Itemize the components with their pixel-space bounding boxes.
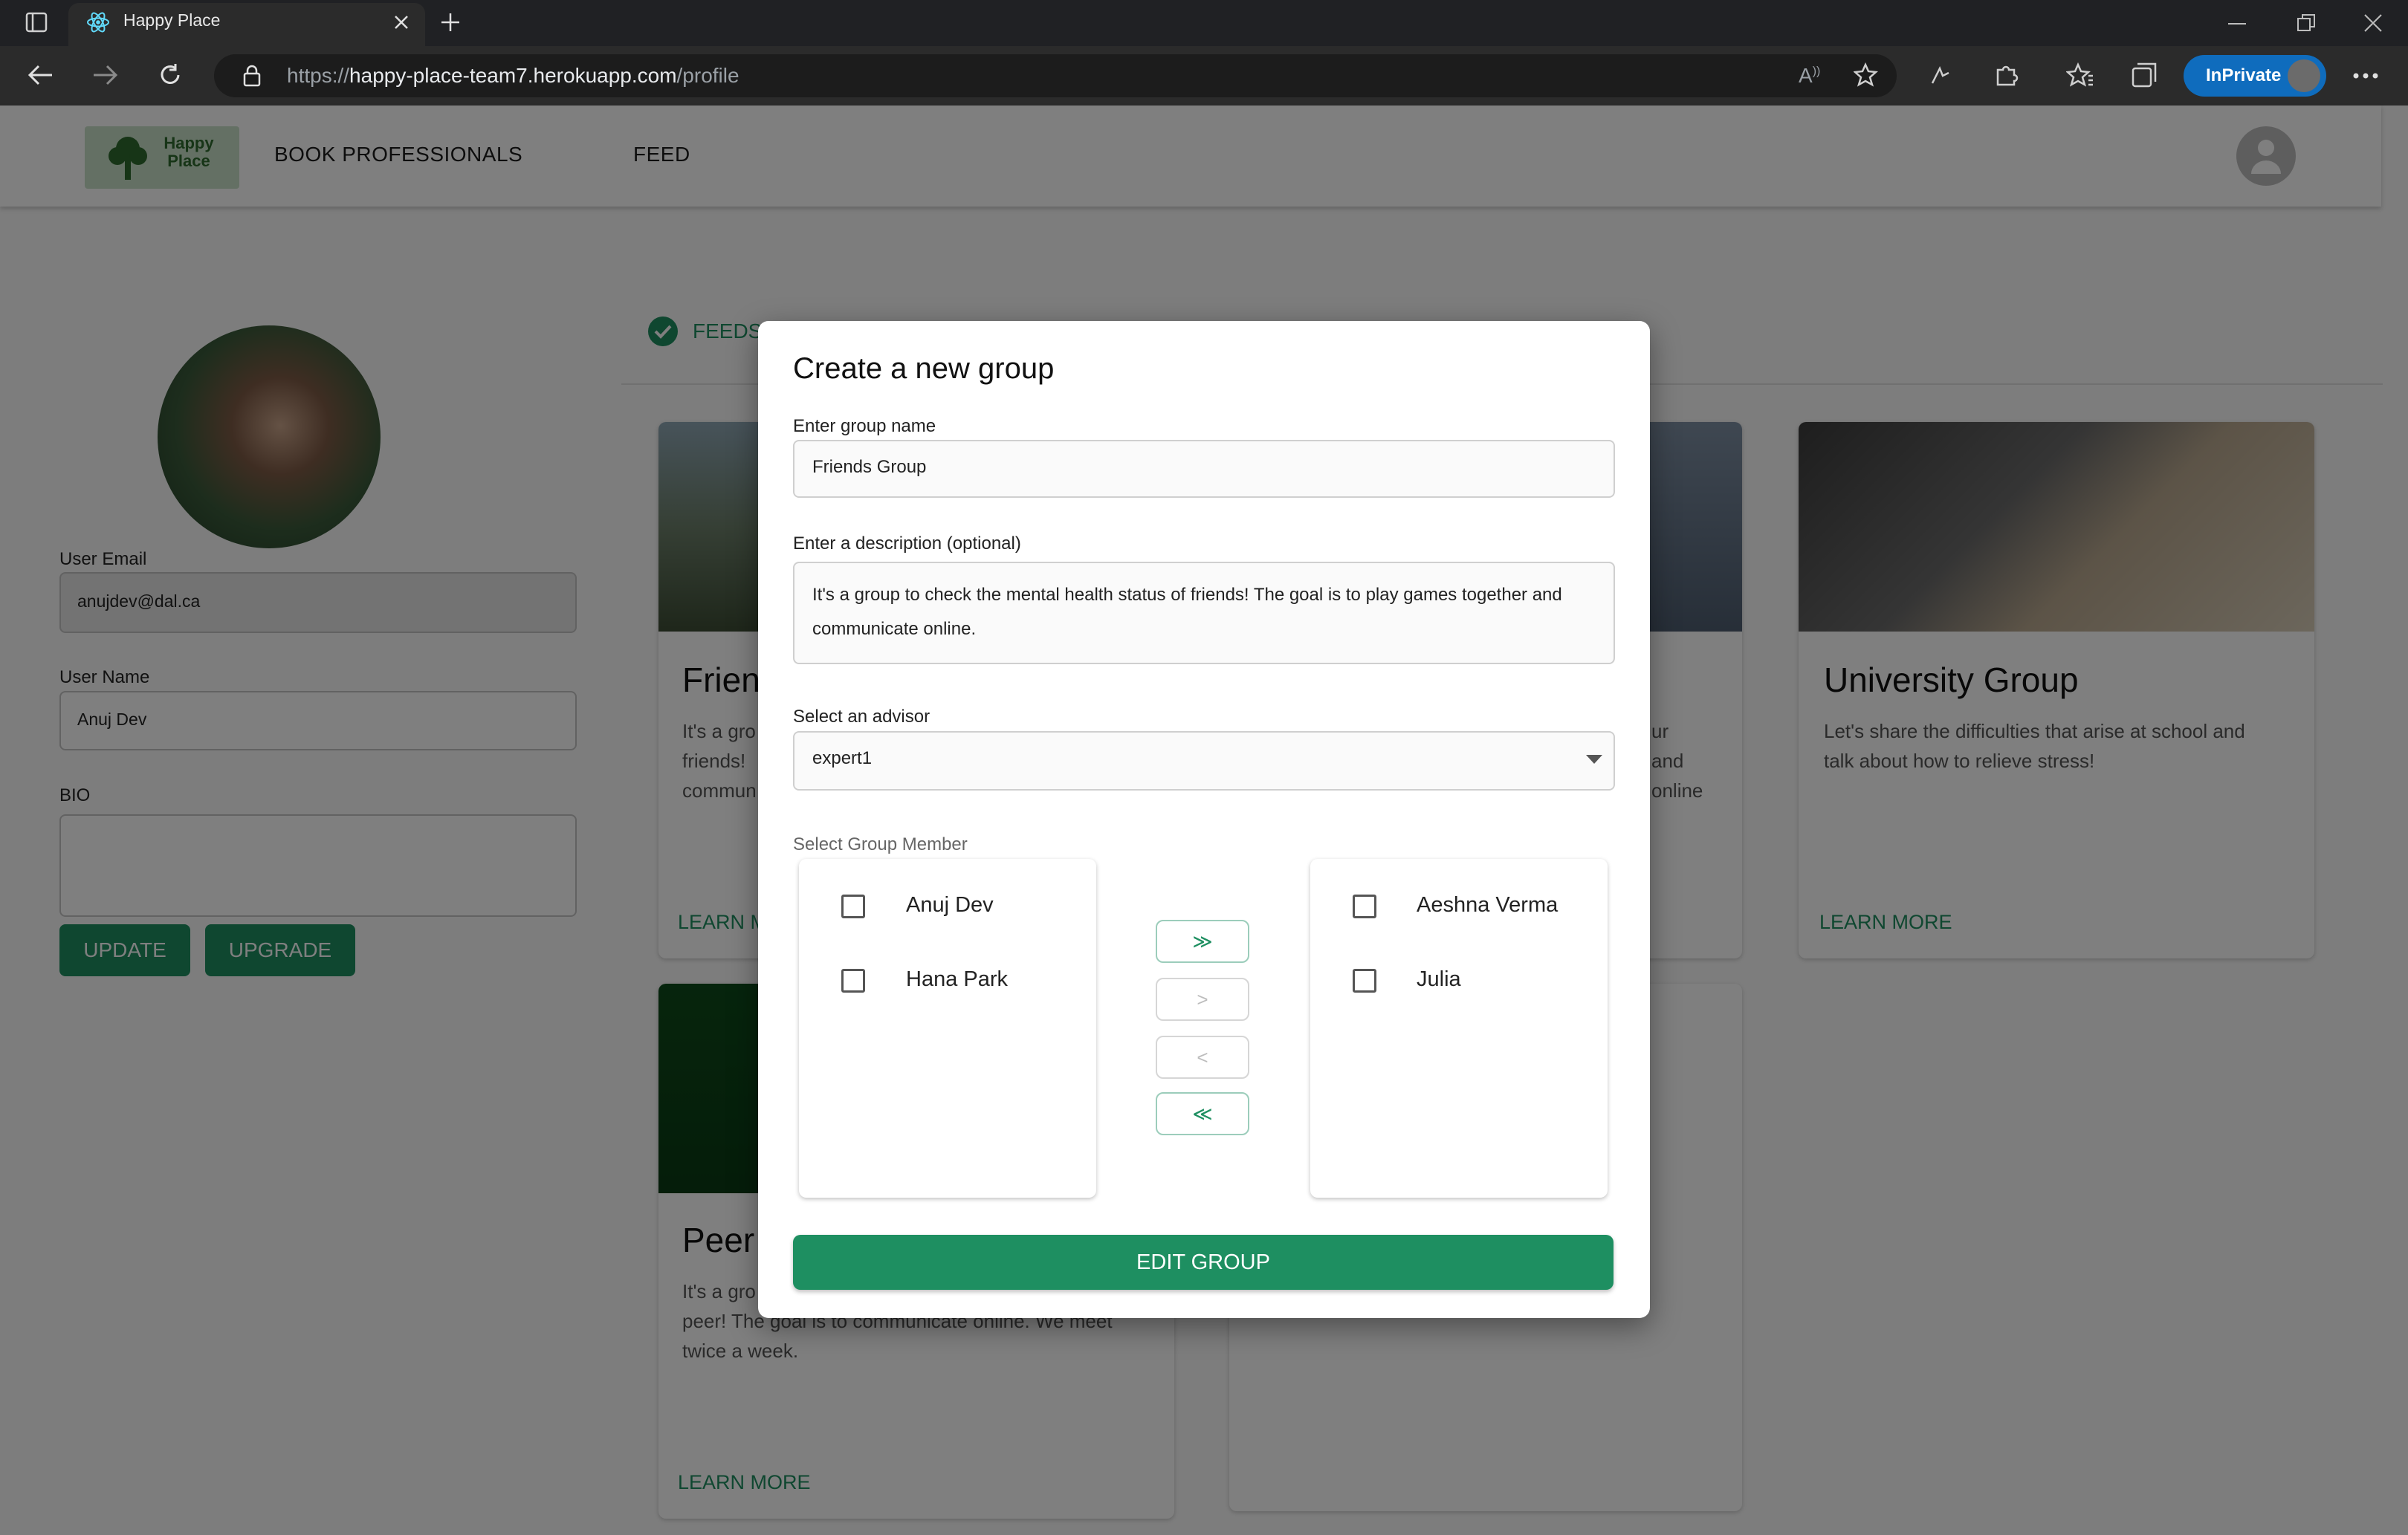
member-checkbox[interactable] xyxy=(1353,969,1376,993)
description-line: communicate online. xyxy=(812,619,977,639)
more-menu-icon[interactable] xyxy=(2353,73,2378,79)
collections-icon[interactable] xyxy=(2132,62,2158,88)
forward-icon[interactable] xyxy=(92,64,119,86)
move-selected-right-button[interactable]: > xyxy=(1156,978,1249,1021)
advisor-select[interactable] xyxy=(793,731,1615,791)
profile-avatar-icon[interactable] xyxy=(2288,59,2320,92)
browser-tab-active[interactable] xyxy=(68,3,425,46)
add-favorite-icon[interactable] xyxy=(1854,62,1880,88)
edit-group-button[interactable]: EDIT GROUP xyxy=(793,1235,1614,1290)
tab-title: Happy Place xyxy=(123,10,221,30)
site-info-lock-icon[interactable] xyxy=(242,64,262,88)
advisor-value: expert1 xyxy=(812,748,873,768)
restore-window-icon[interactable] xyxy=(2297,13,2316,33)
member-checkbox[interactable] xyxy=(1353,895,1376,918)
move-all-right-button[interactable]: ≫ xyxy=(1156,920,1249,963)
minimize-window-icon[interactable] xyxy=(2228,22,2246,25)
advisor-label: Select an advisor xyxy=(793,707,930,727)
read-aloud-icon[interactable]: A)) xyxy=(1799,64,1820,88)
member-checkbox[interactable] xyxy=(841,895,865,918)
member-name[interactable]: Aeshna Verma xyxy=(1417,893,1558,918)
members-label: Select Group Member xyxy=(793,834,968,854)
new-tab-icon[interactable] xyxy=(440,12,461,33)
group-name-label: Enter group name xyxy=(793,416,936,436)
description-label: Enter a description (optional) xyxy=(793,533,1021,554)
refresh-icon[interactable] xyxy=(158,62,183,88)
performance-icon[interactable] xyxy=(1929,65,1952,86)
group-name-value: Friends Group xyxy=(812,457,927,477)
member-name[interactable]: Julia xyxy=(1417,967,1461,992)
member-name[interactable]: Anuj Dev xyxy=(906,893,994,918)
favorites-icon[interactable] xyxy=(2066,62,2093,88)
tab-actions-icon[interactable] xyxy=(25,12,48,33)
move-selected-left-button[interactable]: < xyxy=(1156,1036,1249,1079)
dialog-title: Create a new group xyxy=(793,352,1055,385)
member-name[interactable]: Hana Park xyxy=(906,967,1008,992)
inprivate-label: InPrivate xyxy=(2206,65,2282,85)
back-icon[interactable] xyxy=(27,64,54,86)
extensions-icon[interactable] xyxy=(1993,62,2019,88)
close-window-icon[interactable] xyxy=(2363,13,2383,33)
dropdown-arrow-icon[interactable] xyxy=(1586,755,1602,764)
description-line: It's a group to check the mental health … xyxy=(812,585,1562,605)
move-all-left-button[interactable]: ≪ xyxy=(1156,1092,1249,1135)
member-checkbox[interactable] xyxy=(841,969,865,993)
react-favicon-icon xyxy=(86,10,110,34)
close-tab-icon[interactable] xyxy=(392,13,410,31)
url-text[interactable]: https://happy-place-team7.herokuapp.com/… xyxy=(287,64,739,88)
